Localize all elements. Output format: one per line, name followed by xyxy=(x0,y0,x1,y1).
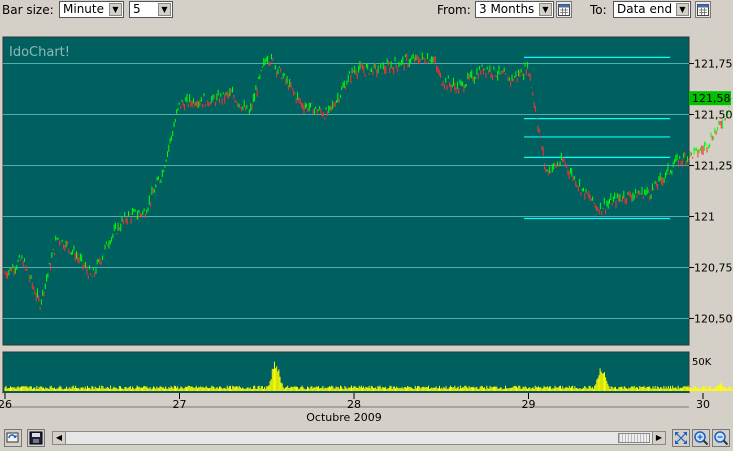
to-calendar-button[interactable] xyxy=(695,1,711,18)
to-select-value: Data end xyxy=(617,2,673,16)
chart-area[interactable]: IdoChart! 121,75 121,50 121,25 121 120,75 120… xyxy=(0,21,733,424)
bar-count-select-value: 5 xyxy=(133,2,141,16)
status-bar: ◀ ▶ xyxy=(0,425,733,451)
bar-size-select-value: Minute xyxy=(63,2,104,16)
zoom-out-button[interactable] xyxy=(712,429,730,447)
calendar-icon xyxy=(558,4,570,16)
x-tick-label: 27 xyxy=(173,398,187,411)
chevron-down-icon: ▼ xyxy=(109,3,122,16)
scroll-thumb[interactable] xyxy=(618,433,650,443)
y-tick-label: 121,75 xyxy=(694,58,733,71)
x-tick-label: 28 xyxy=(347,398,361,411)
bar-size-label: Bar size: xyxy=(2,3,54,17)
y-tick-label: 120,75 xyxy=(694,261,733,274)
scroll-left-icon[interactable]: ◀ xyxy=(53,432,66,444)
zoom-in-icon xyxy=(694,431,709,446)
bar-count-select[interactable]: 5 ▼ xyxy=(129,1,173,18)
x-tick-label: 26 xyxy=(0,398,12,411)
chart-watermark: IdoChart! xyxy=(9,45,70,60)
x-tick-label: 30 xyxy=(696,398,710,411)
bar-size-select[interactable]: Minute ▼ xyxy=(59,1,124,18)
y-tick-label: 121 xyxy=(694,210,715,223)
fit-button[interactable] xyxy=(672,429,690,447)
month-label: Octubre 2009 xyxy=(306,411,382,424)
from-select-value: 3 Months xyxy=(479,2,535,16)
save-icon xyxy=(29,431,43,445)
from-select[interactable]: 3 Months ▼ xyxy=(475,1,554,18)
y-tick-label: 120,50 xyxy=(694,312,733,325)
chevron-down-icon: ▼ xyxy=(676,3,689,16)
horizontal-scrollbar[interactable]: ◀ ▶ xyxy=(52,431,666,445)
chevron-down-icon: ▼ xyxy=(158,3,171,16)
volume-axis-label: 50K xyxy=(692,357,712,368)
current-price-label: 121,58 xyxy=(692,92,731,105)
calendar-icon xyxy=(697,4,709,16)
zoom-out-icon xyxy=(714,431,729,446)
y-tick-label: 121,25 xyxy=(694,160,733,173)
y-tick-label: 121,50 xyxy=(694,109,733,122)
x-tick-label: 29 xyxy=(522,398,536,411)
from-calendar-button[interactable] xyxy=(556,1,572,18)
from-label: From: xyxy=(437,3,471,17)
chevron-down-icon: ▼ xyxy=(539,3,552,16)
refresh-icon xyxy=(6,432,19,443)
scroll-right-icon[interactable]: ▶ xyxy=(652,432,665,444)
save-button[interactable] xyxy=(27,429,45,447)
to-label: To: xyxy=(590,3,607,17)
refresh-button[interactable] xyxy=(4,429,22,447)
fit-arrows-icon xyxy=(675,432,687,444)
toolbar: Bar size: Minute ▼ 5 ▼ From: 3 Months ▼ … xyxy=(0,0,733,21)
to-select[interactable]: Data end ▼ xyxy=(613,1,691,18)
zoom-in-button[interactable] xyxy=(692,429,710,447)
price-chart[interactable]: IdoChart! 121,75 121,50 121,25 121 120,75 120… xyxy=(0,21,733,424)
